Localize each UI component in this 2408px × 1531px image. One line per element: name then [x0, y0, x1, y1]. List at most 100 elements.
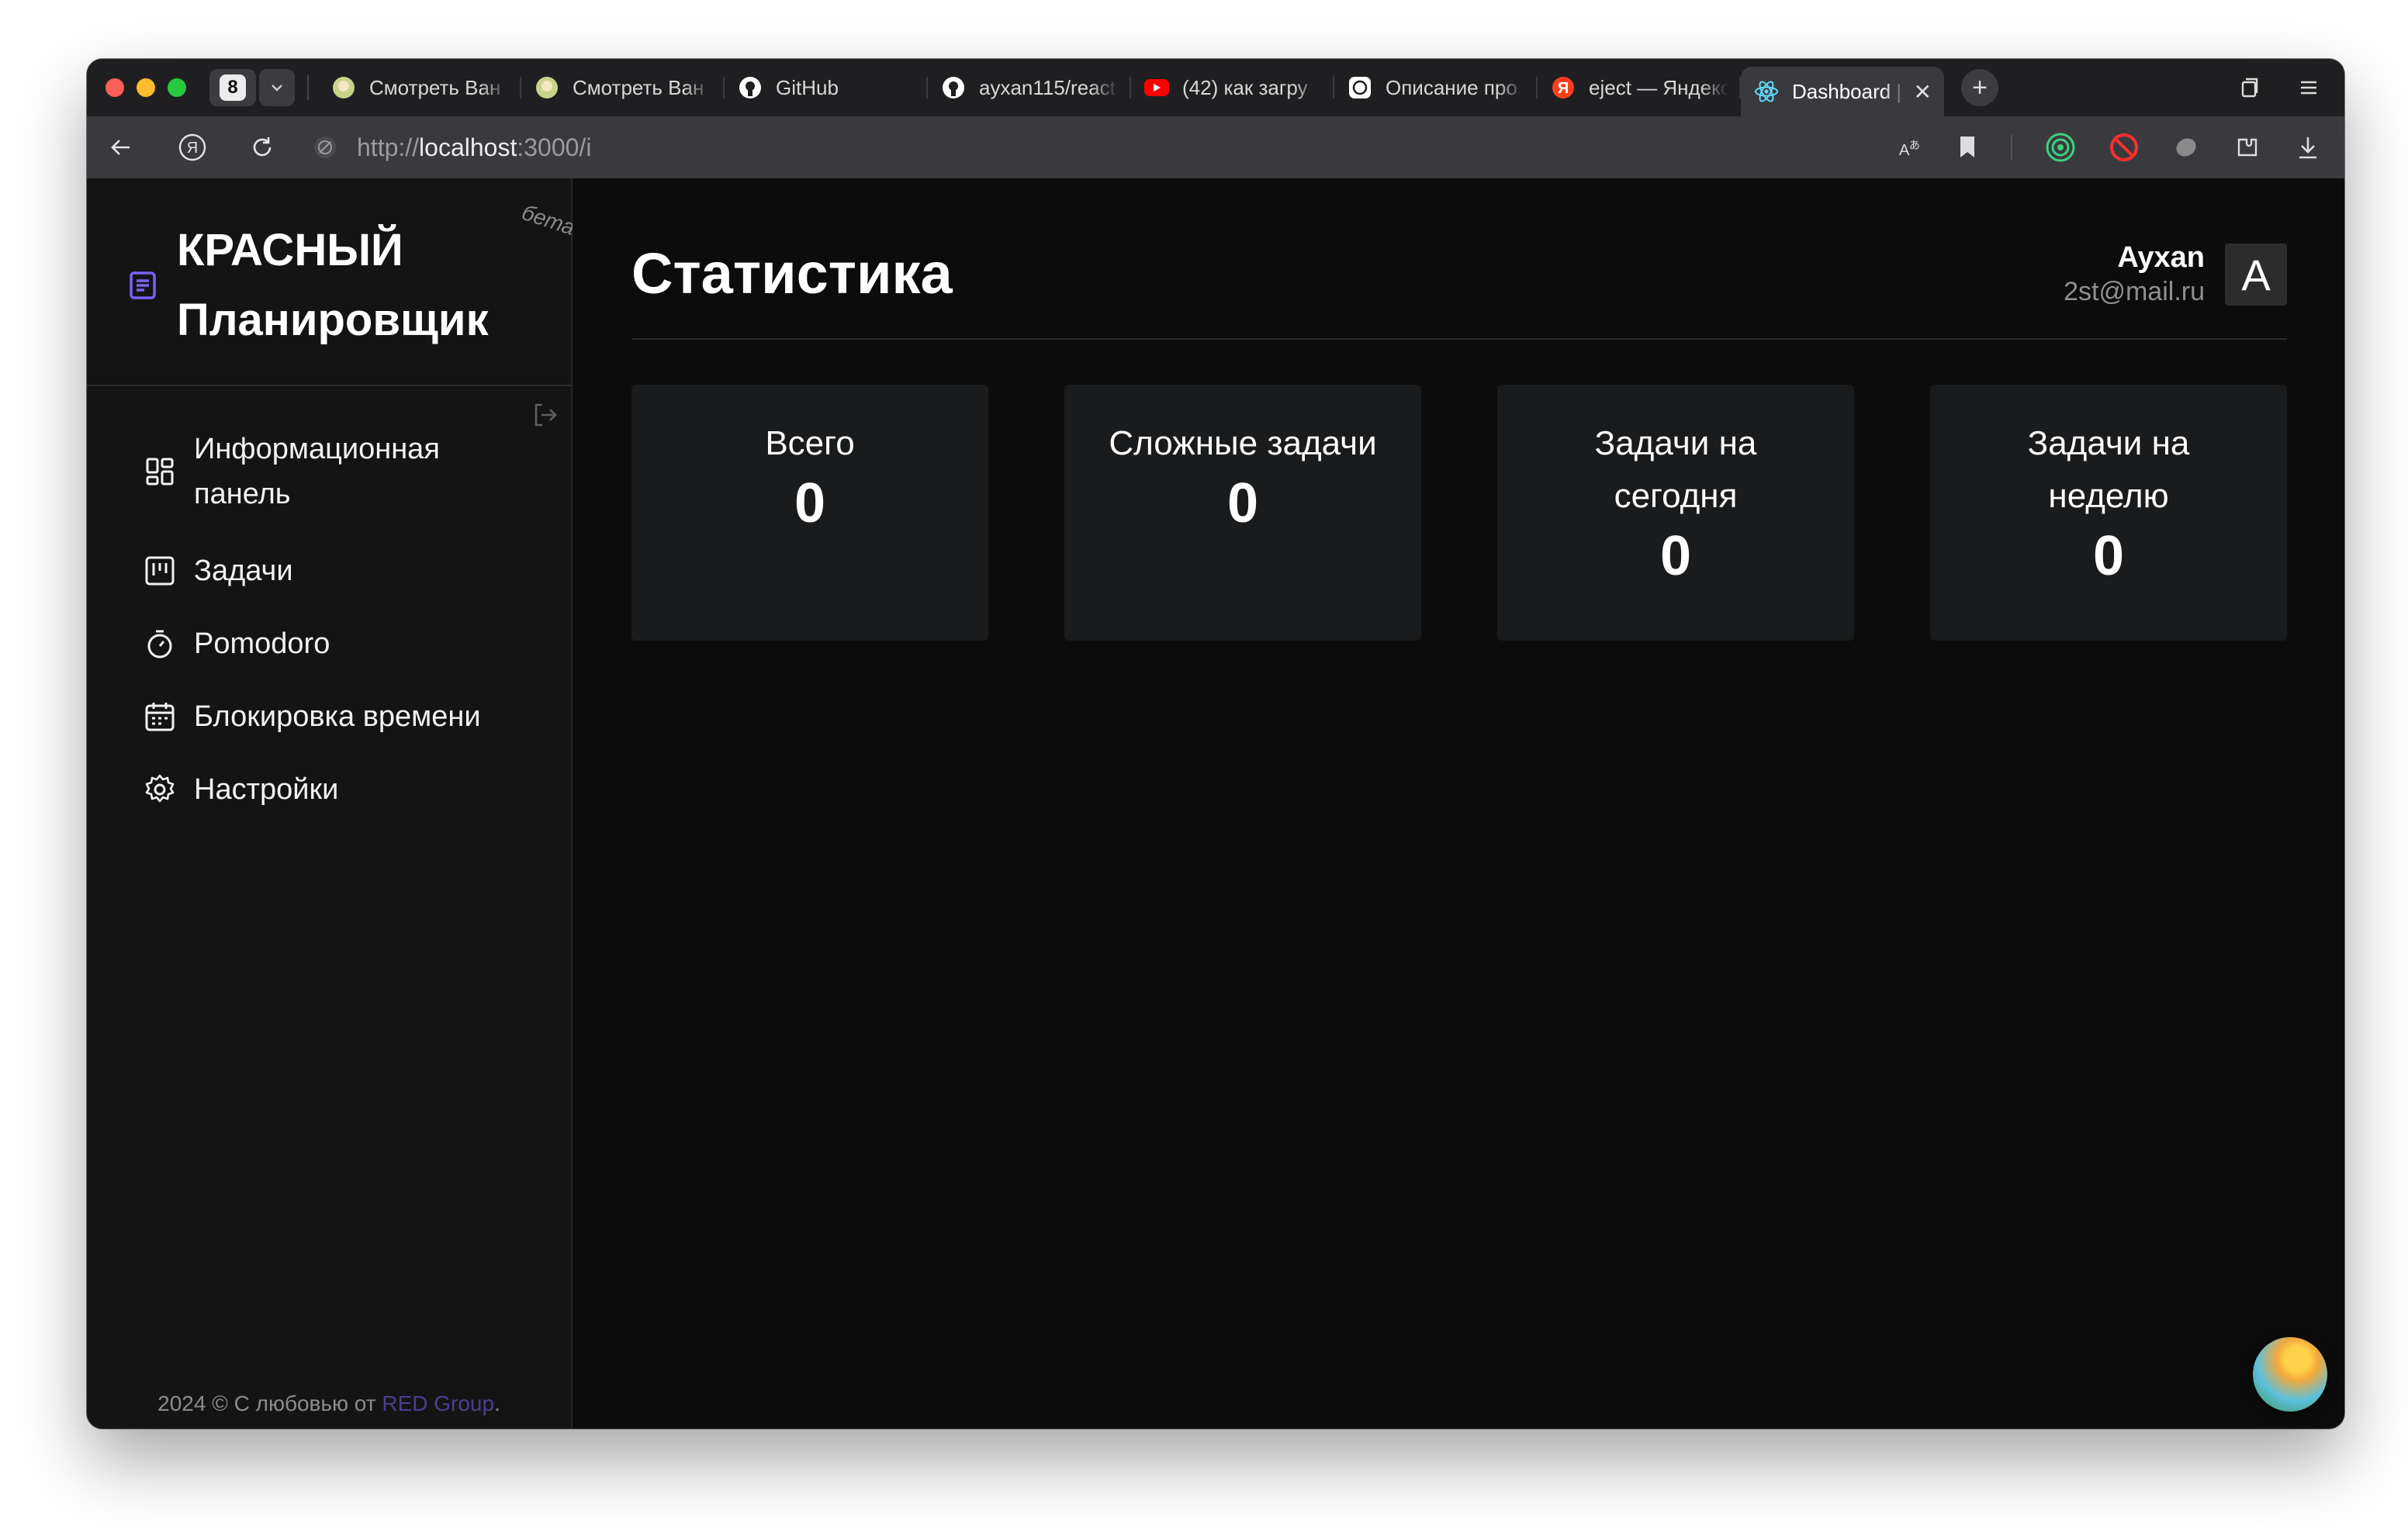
- logout-button[interactable]: [531, 400, 560, 434]
- sidebar-item-pomodoro[interactable]: Pomodoro: [141, 625, 481, 662]
- yandex-home-button[interactable]: Я: [177, 132, 208, 163]
- tabs: Смотреть Ван Смотреть Ван GitHub ayxan11…: [318, 59, 1944, 116]
- footer-rights: Все права защищены.: [87, 1421, 571, 1429]
- sidebar-item-dashboard[interactable]: Информационная панель: [141, 427, 481, 517]
- sidebar-divider: [87, 385, 571, 386]
- youtube-icon: [1143, 74, 1170, 101]
- sidebar-item-label: Настройки: [194, 772, 339, 806]
- tabbar-actions: [2237, 75, 2321, 100]
- footer-copyright: 2024 © С любовью от: [157, 1391, 382, 1415]
- header-divider: [631, 338, 2287, 340]
- app-title: КРАСНЫЙ Планировщик: [177, 216, 489, 355]
- reload-button[interactable]: [247, 132, 278, 163]
- sidebar: КРАСНЫЙ Планировщик бета Информационная …: [87, 178, 578, 1429]
- footer-line1: 2024 © С любовью от RED Group.: [87, 1387, 571, 1421]
- maximize-window-button[interactable]: [168, 78, 186, 97]
- yandex-logo-icon: Я: [178, 133, 206, 161]
- stat-label-line1: Задачи на: [1594, 424, 1757, 462]
- floating-avatar-button[interactable]: [2253, 1337, 2327, 1412]
- tab-separator: [307, 75, 309, 100]
- user-profile[interactable]: Ayxan 2st@mail.ru A: [2064, 241, 2287, 309]
- avatar[interactable]: A: [2225, 244, 2287, 306]
- close-window-button[interactable]: [106, 78, 124, 97]
- sidebar-item-tasks[interactable]: Задачи: [141, 552, 481, 589]
- timer-icon: [141, 625, 178, 662]
- stat-card-week: Задачи на неделю 0: [1930, 385, 2287, 641]
- stat-card-total: Всего 0: [631, 385, 988, 641]
- app-title-line1: КРАСНЫЙ: [177, 225, 403, 275]
- app-title-line2: Планировщик: [177, 295, 489, 345]
- sidebar-item-settings[interactable]: Настройки: [141, 771, 481, 808]
- kanban-icon: [141, 552, 178, 589]
- svg-text:Я: Я: [187, 140, 198, 157]
- extension-leaf-icon[interactable]: [2172, 133, 2200, 161]
- svg-text:Я: Я: [1558, 80, 1569, 97]
- site-info-icon[interactable]: [312, 134, 338, 161]
- download-icon[interactable]: [2295, 134, 2321, 161]
- app-logo[interactable]: КРАСНЫЙ Планировщик: [126, 216, 489, 355]
- browser-tab[interactable]: Я eject — Яндекс: [1538, 64, 1741, 111]
- browser-tab[interactable]: Описание про: [1334, 64, 1538, 111]
- collections-icon[interactable]: [2237, 75, 2262, 100]
- stat-value: 0: [794, 472, 826, 534]
- browser-tab[interactable]: ayxan115/react: [928, 64, 1131, 111]
- yandex-icon: Я: [1550, 74, 1576, 101]
- browser-window: 8 Смотреть Ван Смотреть Ван GitHub ayxan…: [87, 59, 2344, 1429]
- tab-count-button[interactable]: 8: [209, 69, 256, 106]
- gear-icon: [141, 771, 178, 808]
- browser-tab[interactable]: (42) как загру: [1131, 64, 1334, 111]
- stat-value: 0: [1659, 525, 1692, 587]
- dashboard-icon: [141, 453, 178, 490]
- address-actions: Aあ: [1896, 132, 2321, 163]
- browser-tab[interactable]: Смотреть Ван: [521, 64, 725, 111]
- tab-title: Смотреть Ван: [369, 75, 501, 99]
- tab-title: Описание про: [1386, 75, 1517, 99]
- stat-value: 0: [2092, 525, 2125, 587]
- back-button[interactable]: [106, 132, 137, 163]
- sidebar-item-label-line1: Информационная: [194, 433, 440, 465]
- tab-bar: 8 Смотреть Ван Смотреть Ван GitHub ayxan…: [87, 59, 2344, 116]
- tab-title: Dashboard |: [1792, 79, 1902, 103]
- new-tab-button[interactable]: +: [1961, 69, 1998, 106]
- url-path: :3000/i: [517, 133, 592, 161]
- menu-icon[interactable]: [2296, 75, 2321, 100]
- address-bar: Я http://localhost:3000/i Aあ: [87, 116, 2344, 178]
- browser-tab[interactable]: GitHub: [725, 64, 928, 111]
- toolbar-separator: [2011, 135, 2012, 160]
- stat-label-line1: Задачи на: [2027, 424, 2190, 462]
- extensions-puzzle-icon[interactable]: [2233, 133, 2262, 162]
- footer-suffix: .: [494, 1391, 500, 1415]
- stat-label-line2: сегодня: [1614, 477, 1738, 515]
- red-group-link[interactable]: RED Group: [382, 1391, 494, 1415]
- bookmark-icon[interactable]: [1956, 134, 1978, 161]
- minimize-window-button[interactable]: [137, 78, 155, 97]
- user-info: Ayxan 2st@mail.ru: [2064, 241, 2205, 309]
- chevron-down-icon: [272, 85, 282, 92]
- sidebar-item-label: Задачи: [194, 554, 293, 587]
- svg-text:A: A: [1899, 142, 1910, 159]
- chatgpt-icon: [1347, 74, 1373, 101]
- browser-tab[interactable]: Смотреть Ван: [318, 64, 521, 111]
- main-content: Статистика Ayxan 2st@mail.ru A Всего 0 С…: [573, 178, 2344, 1429]
- stats-cards: Всего 0 Сложные задачи 0 Задачи на сегод…: [631, 385, 2287, 641]
- sidebar-item-time-blocking[interactable]: Блокировка времени: [141, 698, 481, 735]
- url-host: localhost: [419, 133, 517, 161]
- url-field[interactable]: http://localhost:3000/i: [312, 133, 591, 162]
- adblock-icon[interactable]: [2109, 132, 2140, 163]
- stat-label: Всего: [765, 424, 855, 462]
- close-tab-icon[interactable]: ✕: [1914, 79, 1932, 105]
- logout-icon: [535, 403, 557, 427]
- sidebar-footer: 2024 © С любовью от RED Group. Все права…: [87, 1387, 571, 1429]
- notebook-icon: [130, 271, 156, 299]
- translate-icon[interactable]: Aあ: [1896, 133, 1924, 161]
- stat-label: Задачи на неделю: [1930, 417, 2287, 523]
- tab-title: ayxan115/react: [979, 75, 1116, 99]
- github-icon: [940, 74, 967, 101]
- sidebar-menu: Информационная панель Задачи Pomodoro Бл…: [141, 427, 481, 844]
- github-icon: [737, 74, 763, 101]
- extension-target-icon[interactable]: [2045, 132, 2076, 163]
- sidebar-item-label-line2: панель: [194, 478, 291, 510]
- page-title: Статистика: [631, 241, 953, 306]
- tab-list-dropdown[interactable]: [259, 69, 295, 106]
- browser-tab-active[interactable]: Dashboard | ✕: [1741, 67, 1944, 116]
